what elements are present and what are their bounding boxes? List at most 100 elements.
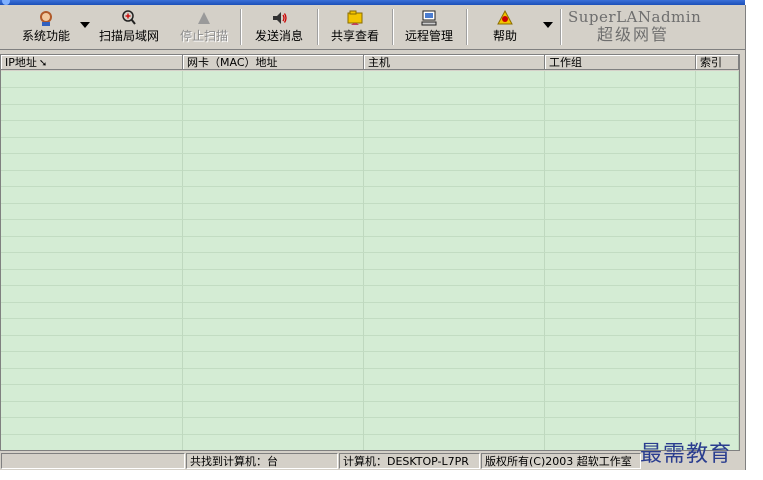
- table-row[interactable]: [1, 71, 739, 88]
- table-cell: [1, 335, 183, 351]
- system-functions-button[interactable]: 系统功能: [16, 7, 76, 47]
- table-cell: [183, 137, 364, 153]
- table-body[interactable]: [1, 71, 739, 450]
- status-panel-empty: [1, 453, 185, 469]
- brand-name-en: SuperLANadmin: [568, 8, 702, 26]
- table-row[interactable]: [1, 87, 739, 105]
- table-cell: [545, 417, 696, 434]
- speaker-icon: [270, 9, 288, 27]
- table-row[interactable]: [1, 351, 739, 369]
- remote-manage-button[interactable]: 远程管理: [400, 7, 458, 47]
- table-cell: [1, 285, 183, 302]
- send-message-button[interactable]: 发送消息: [250, 7, 308, 47]
- table-cell: [183, 351, 364, 368]
- table-row[interactable]: [1, 153, 739, 171]
- table-row[interactable]: [1, 401, 739, 418]
- table-cell: [696, 87, 739, 104]
- table-cell: [1, 186, 183, 203]
- table-row[interactable]: [1, 186, 739, 204]
- table-cell: [364, 186, 545, 203]
- toolbar-separator: [466, 9, 468, 45]
- scan-lan-button[interactable]: 扫描局域网: [92, 7, 166, 47]
- help-icon: [496, 9, 514, 27]
- table-cell: [1, 417, 183, 434]
- column-header-workgroup[interactable]: 工作组: [545, 55, 696, 70]
- table-cell: [183, 219, 364, 236]
- table-cell: [364, 120, 545, 137]
- table-row[interactable]: [1, 269, 739, 286]
- table-cell: [183, 203, 364, 219]
- table-row[interactable]: [1, 137, 739, 154]
- table-cell: [364, 236, 545, 252]
- table-cell: [545, 120, 696, 137]
- table-cell: [1, 104, 183, 120]
- table-cell: [545, 269, 696, 285]
- table-cell: [1, 269, 183, 285]
- table-cell: [545, 203, 696, 219]
- table-cell: [545, 170, 696, 186]
- watermark-text: 最需教育: [640, 442, 733, 467]
- system-dropdown-icon[interactable]: [80, 22, 90, 28]
- table-cell: [1, 170, 183, 186]
- column-header-mac[interactable]: 网卡（MAC）地址: [183, 55, 364, 70]
- table-row[interactable]: [1, 170, 739, 187]
- stop-triangle-icon: [195, 9, 213, 27]
- share-view-label: 共享查看: [330, 29, 379, 43]
- table-row[interactable]: [1, 219, 739, 237]
- table-row[interactable]: [1, 252, 739, 270]
- table-row[interactable]: [1, 203, 739, 220]
- help-button[interactable]: 帮助: [482, 7, 528, 47]
- table-cell: [1, 203, 183, 219]
- system-functions-label: 系统功能: [21, 29, 70, 43]
- table-row[interactable]: [1, 120, 739, 138]
- table-row[interactable]: [1, 318, 739, 336]
- table-cell: [364, 368, 545, 384]
- table-cell: [696, 120, 739, 137]
- table-row[interactable]: [1, 302, 739, 319]
- table-cell: [696, 417, 739, 434]
- table-row[interactable]: [1, 368, 739, 385]
- table-cell: [364, 335, 545, 351]
- table-row[interactable]: [1, 384, 739, 402]
- table-cell: [364, 87, 545, 104]
- app-window: 系统功能 扫描局域网 停止扫描 发送消息 共享查看 远程管理 帮助 SuperL…: [0, 5, 746, 470]
- table-cell: [545, 87, 696, 104]
- table-cell: [696, 285, 739, 302]
- table-cell: [696, 318, 739, 335]
- table-cell: [545, 302, 696, 318]
- table-row[interactable]: [1, 434, 739, 450]
- table-cell: [1, 153, 183, 170]
- table-row[interactable]: [1, 335, 739, 352]
- column-header-ip[interactable]: IP地址 ➘: [1, 55, 183, 70]
- help-dropdown-icon[interactable]: [543, 22, 553, 28]
- status-found-count: 共找到计算机：台: [186, 453, 338, 469]
- table-row[interactable]: [1, 104, 739, 121]
- share-view-button[interactable]: 共享查看: [326, 7, 384, 47]
- table-cell: [696, 170, 739, 186]
- table-cell: [1, 401, 183, 417]
- column-header-host[interactable]: 主机: [364, 55, 545, 70]
- table-cell: [1, 71, 183, 87]
- table-cell: [183, 71, 364, 87]
- table-cell: [545, 335, 696, 351]
- magnifier-icon: [120, 9, 138, 27]
- table-cell: [545, 368, 696, 384]
- toolbar-separator: [392, 9, 394, 45]
- table-cell: [183, 170, 364, 186]
- table-cell: [1, 384, 183, 401]
- table-cell: [364, 384, 545, 401]
- column-header-index[interactable]: 索引: [696, 55, 739, 70]
- table-cell: [1, 434, 183, 450]
- computer-list-table[interactable]: IP地址 ➘ 网卡（MAC）地址 主机 工作组 索引: [0, 54, 740, 451]
- table-row[interactable]: [1, 285, 739, 303]
- table-row[interactable]: [1, 236, 739, 253]
- table-cell: [696, 137, 739, 153]
- table-cell: [545, 384, 696, 401]
- table-cell: [696, 368, 739, 384]
- stop-scan-button[interactable]: 停止扫描: [176, 7, 232, 47]
- table-header: IP地址 ➘ 网卡（MAC）地址 主机 工作组 索引: [1, 55, 739, 71]
- table-cell: [696, 71, 739, 87]
- sort-arrow-icon: ➘: [38, 58, 48, 69]
- table-row[interactable]: [1, 417, 739, 435]
- table-cell: [696, 104, 739, 120]
